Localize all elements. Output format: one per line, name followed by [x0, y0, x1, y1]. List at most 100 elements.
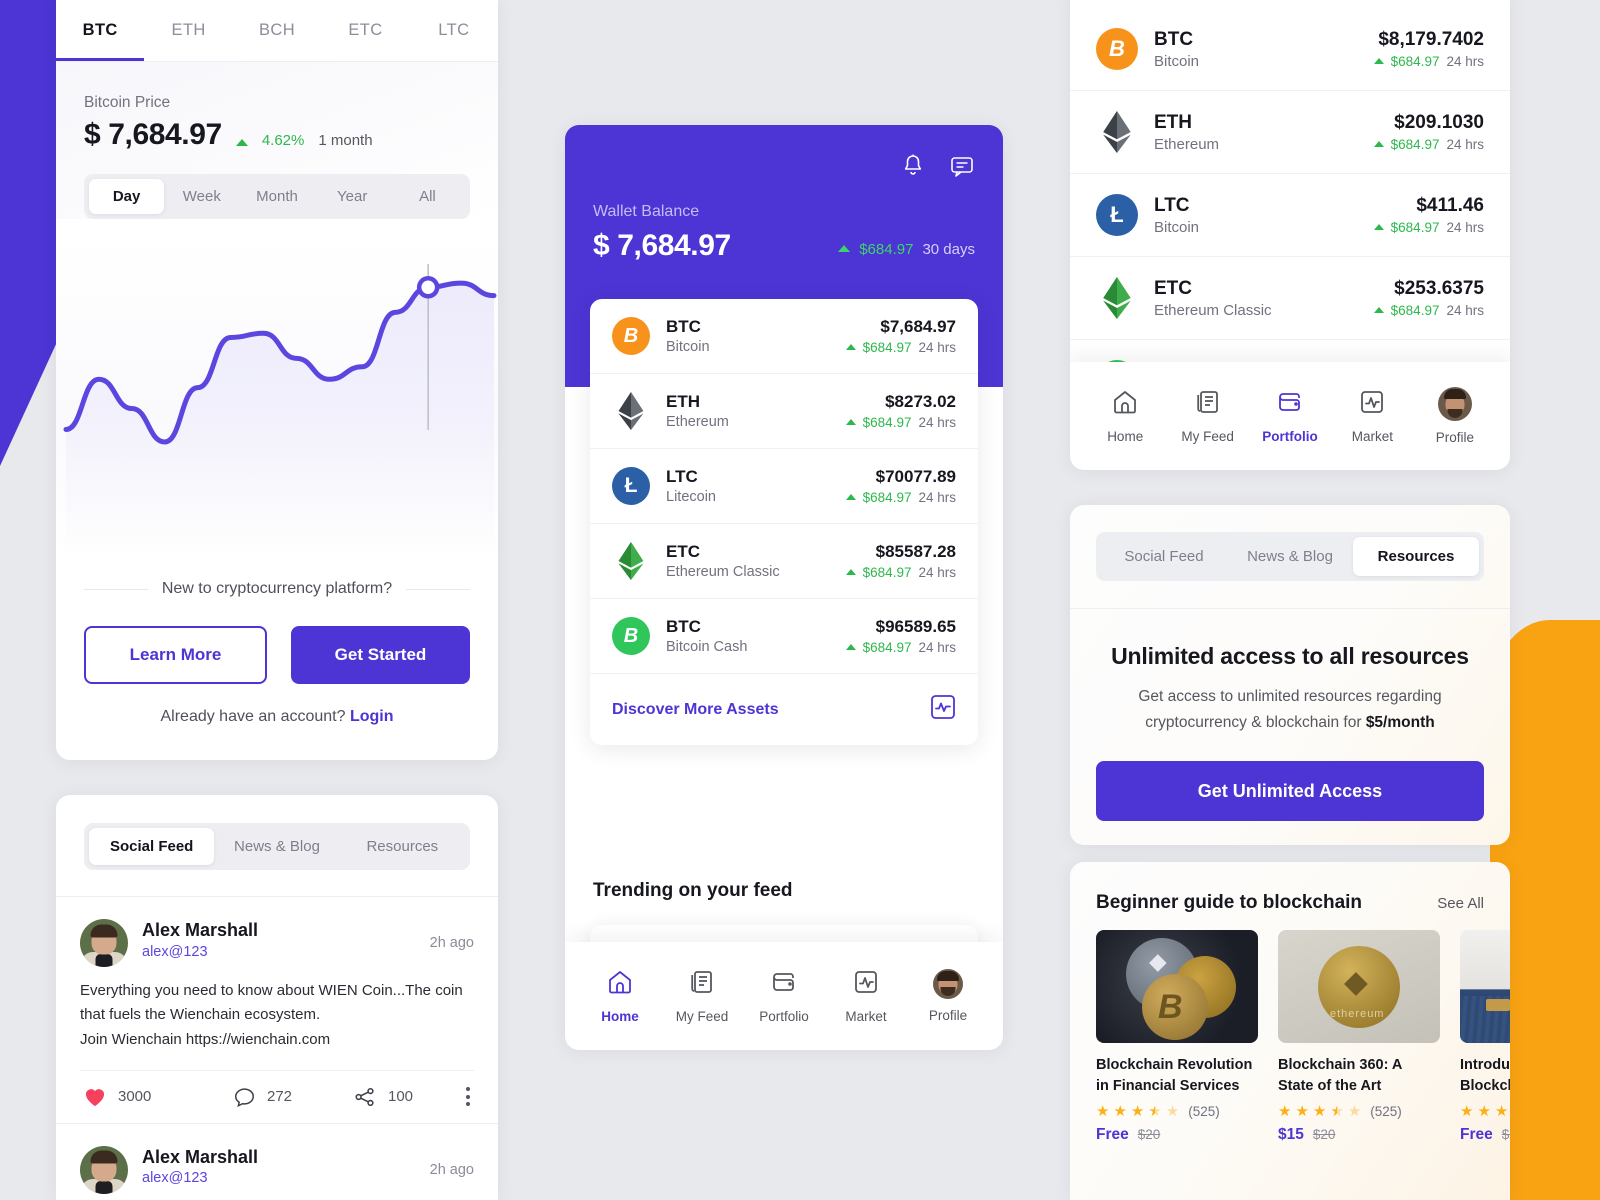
coin-tab-bch[interactable]: BCH	[233, 0, 321, 61]
nav-item-market[interactable]: Market	[825, 969, 907, 1024]
table-row[interactable]: Ł LTC Bitcoin $411.46 $684.97 24 hrs	[1070, 174, 1510, 257]
book-rating: ★★★★★(525)	[1460, 1104, 1510, 1119]
range-option-year[interactable]: Year	[315, 179, 390, 214]
wallet-balance-amount: $ 7,684.97	[593, 229, 731, 262]
asset-delta-period: 24 hrs	[918, 415, 956, 430]
share-action[interactable]: 100	[354, 1087, 466, 1107]
range-option-all[interactable]: All	[390, 179, 465, 214]
resources-price: $5/month	[1365, 713, 1435, 731]
resources-tab-resources[interactable]: Resources	[1353, 537, 1479, 576]
wallet-header-icons	[901, 153, 975, 184]
book-card[interactable]: Introduction to Blockchain ★★★★★(525) Free…	[1460, 930, 1510, 1144]
nav-item-profile[interactable]: Profile	[907, 969, 989, 1023]
nav-item-label: Profile	[1435, 430, 1474, 445]
nav-item-portfolio[interactable]: Portfolio	[1249, 389, 1331, 444]
asset-values: $209.1030 $684.97 24 hrs	[1373, 112, 1484, 152]
range-option-day[interactable]: Day	[89, 179, 165, 214]
nav-item-my-feed[interactable]: My Feed	[1166, 389, 1248, 444]
table-row[interactable]: ETH Ethereum $209.1030 $684.97 24 hrs	[1070, 91, 1510, 174]
share-count: 100	[388, 1088, 414, 1106]
post-author: Alex Marshall	[142, 920, 259, 940]
asset-delta-value: $684.97	[862, 340, 912, 355]
post-handle[interactable]: alex@123	[142, 944, 416, 960]
book-carousel[interactable]: B ◆ Blockchain Revolution in Financial Ser…	[1070, 914, 1510, 1144]
feed-tab-resources[interactable]: Resources	[340, 828, 465, 865]
wallet-icon	[771, 969, 797, 1000]
table-row[interactable]: B BTC Bitcoin Cash $96589.65 $684.97 24 hrs	[590, 599, 978, 674]
book-review-count: (525)	[1370, 1104, 1402, 1120]
list-item[interactable]: Alex Marshall alex@123 2h ago	[56, 1122, 498, 1194]
table-row[interactable]: B BTC Bitcoin $7,684.97 $684.97 24 hrs	[590, 299, 978, 374]
table-row[interactable]: Ł LTC Litecoin $70077.89 $684.97 24 hrs	[590, 449, 978, 524]
nav-item-my-feed[interactable]: My Feed	[661, 969, 743, 1024]
table-row[interactable]: ETH Ethereum $8273.02 $684.97 24 hrs	[590, 374, 978, 449]
list-item[interactable]: Alex Marshall alex@123 2h ago Everything…	[56, 896, 498, 1123]
asset-name: Bitcoin	[666, 339, 710, 355]
wallet-icon	[1277, 389, 1303, 420]
star-icon: ★	[1460, 1103, 1474, 1121]
book-card[interactable]: B ◆ Blockchain Revolution in Financial Ser…	[1096, 930, 1258, 1144]
get-unlimited-access-button[interactable]: Get Unlimited Access	[1096, 761, 1484, 822]
coin-tab-eth[interactable]: ETH	[144, 0, 232, 61]
nav-item-label: Market	[1351, 428, 1394, 444]
nav-item-home[interactable]: Home	[579, 969, 661, 1024]
book-card[interactable]: ◆ ethereum Blockchain 360: A State of the …	[1278, 930, 1440, 1144]
post-author: Alex Marshall	[142, 1146, 259, 1167]
see-all-link[interactable]: See All	[1437, 895, 1484, 912]
table-row[interactable]: ETC Ethereum Classic $253.6375 $684.97 24 hr…	[1070, 257, 1510, 340]
bell-icon[interactable]	[901, 153, 925, 184]
feed-icon	[689, 969, 715, 1000]
feed-tab-social[interactable]: Social Feed	[89, 828, 215, 865]
coin-tab-btc[interactable]: BTC	[56, 0, 145, 61]
range-option-month[interactable]: Month	[239, 179, 314, 214]
book-rating: ★★★★★(525)	[1096, 1104, 1258, 1119]
book-cover-image	[1460, 930, 1510, 1043]
asset-delta-value: $684.97	[862, 415, 912, 430]
table-row[interactable]: B BTC Bitcoin $8,179.7402 $684.97 24 hrs	[1070, 8, 1510, 91]
star-icon: ★	[1347, 1103, 1362, 1121]
feed-tab-news[interactable]: News & Blog	[214, 828, 339, 865]
wallet-balance-label: Wallet Balance	[593, 203, 700, 220]
asset-delta-period: 24 hrs	[918, 490, 956, 505]
nav-item-label: Portfolio	[1262, 428, 1318, 444]
comment-action[interactable]: 272	[234, 1087, 354, 1107]
trend-up-icon	[845, 494, 856, 500]
post-actions: 3000 272 100	[80, 1069, 474, 1123]
trend-up-icon	[1373, 224, 1384, 230]
price-block: Bitcoin Price $ 7,684.97 4.62% 1 month D…	[56, 62, 498, 219]
nav-item-portfolio[interactable]: Portfolio	[743, 969, 825, 1024]
asset-delta-value: $684.97	[862, 565, 912, 580]
comment-icon	[235, 1088, 254, 1107]
price-chart[interactable]	[56, 238, 498, 558]
book-old-price: $20	[1312, 1127, 1336, 1143]
like-action[interactable]: 3000	[84, 1087, 234, 1107]
login-prompt: Already have an account?	[160, 708, 346, 725]
coin-tab-etc[interactable]: ETC	[321, 0, 409, 61]
discover-more-assets-row[interactable]: Discover More Assets	[590, 674, 978, 745]
learn-more-button[interactable]: Learn More	[84, 626, 267, 684]
resources-tab-social[interactable]: Social Feed	[1101, 537, 1227, 576]
share-icon	[355, 1087, 374, 1106]
nav-item-market[interactable]: Market	[1331, 389, 1413, 444]
asset-price: $96589.65	[875, 617, 956, 636]
asset-delta: $684.97 24 hrs	[845, 415, 956, 430]
post-more-icon[interactable]	[466, 1087, 470, 1107]
get-started-button[interactable]: Get Started	[291, 626, 470, 684]
post-handle[interactable]: alex@123	[142, 1170, 416, 1186]
nav-item-label: Home	[601, 1008, 639, 1024]
asset-name: Litecoin	[666, 489, 716, 505]
nav-item-profile[interactable]: Profile	[1414, 387, 1496, 445]
login-link[interactable]: Login	[350, 708, 394, 725]
cta-block: New to cryptocurrency platform? Learn Mo…	[56, 580, 498, 760]
chat-icon[interactable]	[949, 153, 975, 184]
market-chart-icon[interactable]	[930, 694, 956, 725]
table-row[interactable]: ETC Ethereum Classic $85587.28 $684.97 24 hr…	[590, 524, 978, 599]
trend-up-icon	[845, 644, 856, 650]
asset-symbol: ETH	[666, 392, 700, 411]
range-option-week[interactable]: Week	[164, 179, 239, 214]
coin-tab-ltc[interactable]: LTC	[410, 0, 498, 61]
star-icon: ★	[1330, 1103, 1344, 1121]
resources-tab-news[interactable]: News & Blog	[1227, 537, 1353, 576]
book-old-price: $20	[1137, 1127, 1161, 1143]
nav-item-home[interactable]: Home	[1084, 389, 1166, 444]
